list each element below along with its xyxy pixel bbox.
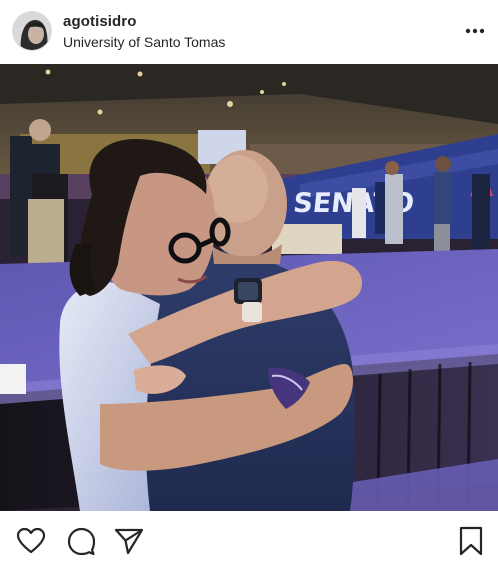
bookmark-icon (459, 526, 483, 556)
comment-button[interactable] (64, 524, 98, 558)
post-actions (0, 511, 498, 567)
avatar-photo (13, 12, 51, 50)
more-options-button[interactable] (462, 18, 488, 44)
heart-icon (16, 527, 46, 554)
like-button[interactable] (14, 524, 48, 558)
location-link[interactable]: University of Santo Tomas (63, 34, 225, 50)
comment-icon (67, 527, 96, 556)
instagram-post: agotisidro University of Santo Tomas (0, 0, 498, 567)
more-horizontal-icon (465, 28, 485, 34)
send-icon (114, 528, 144, 555)
save-button[interactable] (454, 524, 488, 558)
post-header: agotisidro University of Santo Tomas (0, 0, 498, 64)
username[interactable]: agotisidro (63, 13, 137, 30)
post-photo[interactable]: SENATO A (0, 64, 498, 511)
share-button[interactable] (112, 524, 146, 558)
avatar[interactable] (12, 11, 52, 51)
photo-scene: SENATO A (0, 64, 498, 511)
